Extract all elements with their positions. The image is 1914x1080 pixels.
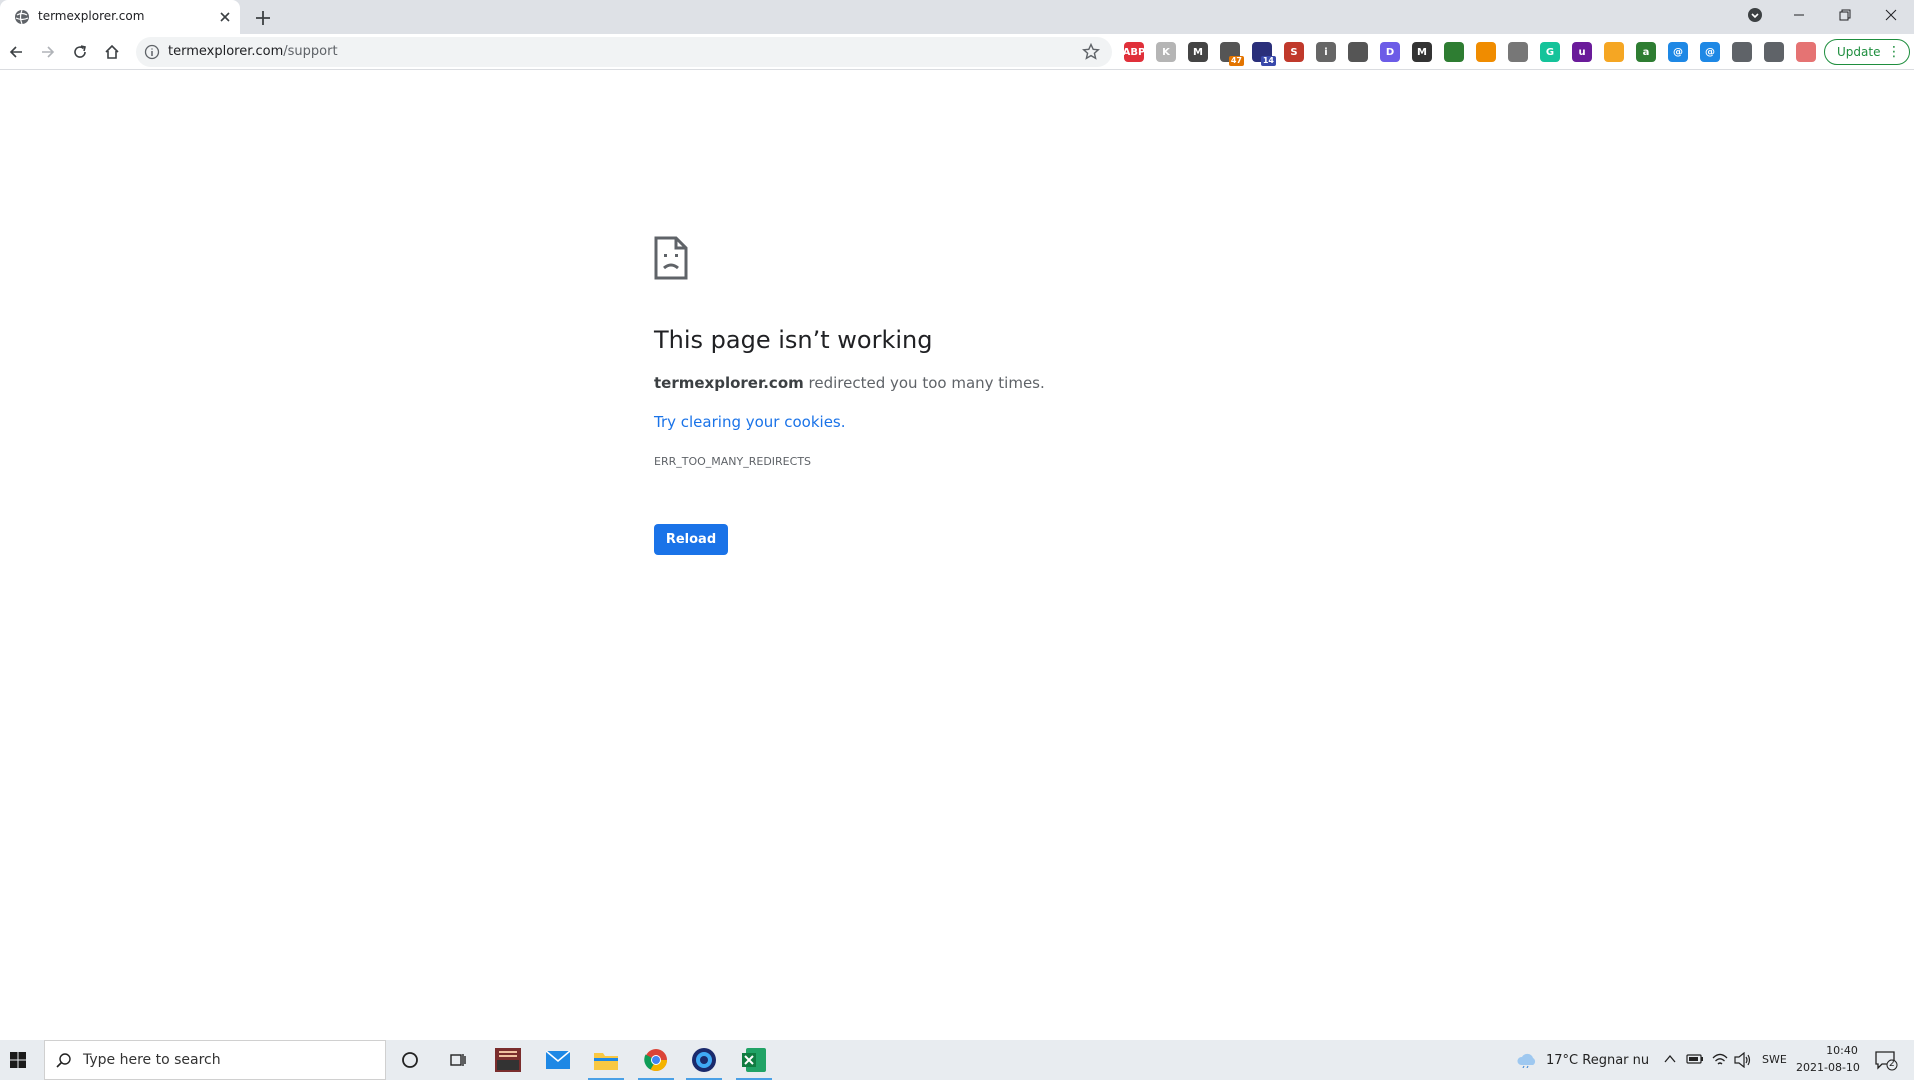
profile-avatar-icon[interactable] [1796,42,1816,62]
at-extension-icon-2[interactable]: @ [1700,42,1720,62]
windows-taskbar: Type here to search 17°C Regnar nu SWE 1… [0,1040,1914,1080]
adblock-plus-icon[interactable]: ABP [1122,42,1146,62]
mortarboard-extension-icon[interactable]: 14 [1252,42,1276,66]
new-tab-icon[interactable] [252,7,274,29]
reading-list-icon[interactable] [1764,42,1784,62]
extension-label: @ [1673,46,1683,58]
minimize-icon[interactable] [1776,0,1822,30]
puzzle-extensions-icon[interactable] [1732,42,1752,62]
chrome-icon[interactable] [634,1040,678,1080]
error-domain: termexplorer.com [654,374,804,392]
taskbar-search-input[interactable]: Type here to search [44,1040,386,1080]
site-info-icon[interactable] [144,44,160,60]
grammarly-icon[interactable]: G [1540,42,1560,62]
fox-extension-icon[interactable] [1476,42,1496,62]
tab-search-icon[interactable] [1732,0,1778,30]
extension-label: @ [1705,46,1715,58]
menu-dots-icon[interactable]: ⋮ [1887,44,1901,60]
update-label: Update [1837,45,1881,59]
home-icon[interactable] [100,40,124,64]
extension-label: a [1642,46,1650,58]
language-indicator[interactable]: SWE [1762,1053,1787,1066]
k-extension-icon[interactable]: K [1156,42,1176,62]
extension-label: M [1193,46,1203,58]
file-explorer-icon[interactable] [584,1040,628,1080]
close-window-icon[interactable] [1868,0,1914,30]
url-text[interactable]: termexplorer.com/support [168,44,338,59]
extension-label: S [1290,46,1298,58]
clear-cookies-link[interactable]: Try clearing your cookies. [654,413,846,431]
weather-cloud-icon[interactable] [1516,1052,1538,1068]
at-extension-icon-1[interactable]: @ [1668,42,1688,62]
clock-date[interactable]: 2021-08-10 [1796,1061,1860,1074]
search-placeholder: Type here to search [83,1052,221,1068]
extension-label: M [1417,46,1427,58]
mail-icon[interactable] [536,1040,580,1080]
reload-icon[interactable] [68,40,92,64]
extension-label: i [1324,46,1328,58]
excel-icon[interactable] [732,1040,776,1080]
address-bar[interactable]: termexplorer.com/support [136,37,1112,67]
extension-label: u [1578,46,1586,58]
error-code: ERR_TOO_MANY_REDIRECTS [654,455,812,468]
tab-active[interactable]: termexplorer.com [0,0,240,34]
back-icon[interactable] [4,40,28,64]
tab-strip: termexplorer.com [0,0,1914,34]
windows-start-icon[interactable] [0,1040,36,1080]
extension-badge: 47 [1228,56,1244,66]
i-extension-icon[interactable]: i [1316,42,1336,62]
tab-title: termexplorer.com [38,9,145,23]
task-view-icon[interactable] [436,1040,480,1080]
close-tab-icon[interactable] [216,8,234,26]
app-circle-icon[interactable] [682,1040,726,1080]
battery-icon[interactable] [1686,1052,1704,1066]
u-extension-icon[interactable]: u [1572,42,1592,62]
volume-icon[interactable] [1734,1052,1752,1068]
clock-time[interactable]: 10:40 [1812,1044,1872,1057]
wifi-icon[interactable] [1712,1052,1728,1068]
voicemeeter-icon[interactable] [486,1040,530,1080]
sad-document-icon [654,236,688,280]
m-extension-icon[interactable]: M [1188,42,1208,62]
globe-icon [15,9,29,25]
forward-icon[interactable] [36,40,60,64]
chevron-up-icon[interactable] [1664,1054,1676,1064]
error-title: This page isn’t working [654,326,933,354]
pin-extension-icon[interactable] [1444,42,1464,62]
url-domain: termexplorer.com [168,44,284,59]
weather-text[interactable]: 17°C Regnar nu [1546,1053,1649,1068]
d-extension-icon[interactable]: D [1380,42,1400,62]
search-icon [56,1053,71,1068]
s-extension-icon[interactable]: S [1284,42,1304,62]
reload-button[interactable]: Reload [654,524,728,555]
restore-icon[interactable] [1822,0,1868,30]
a-extension-icon[interactable]: a [1636,42,1656,62]
extension-label: D [1385,46,1395,58]
extension-label: ABP [1122,46,1146,58]
error-description: termexplorer.com redirected you too many… [654,374,1045,392]
extension-label: G [1545,46,1555,58]
url-path: /support [283,44,338,59]
bracket-m-extension-icon[interactable]: M [1412,42,1432,62]
extension-label: K [1162,46,1170,58]
browser-toolbar: termexplorer.com/support ABP K M 47 14 Si D M Gu… [0,34,1914,70]
half-circle-extension-icon[interactable] [1604,42,1624,62]
python-extension-icon[interactable]: 47 [1220,42,1244,66]
cortana-icon[interactable] [388,1040,432,1080]
extension-badge: 14 [1260,56,1276,66]
scan-extension-icon[interactable] [1348,42,1368,62]
gear-extension-icon[interactable] [1508,42,1528,62]
error-description-text: redirected you too many times. [803,374,1045,392]
update-button[interactable]: Update ⋮ [1824,39,1910,65]
notification-count: 2 [1889,1059,1895,1069]
bookmark-star-icon[interactable] [1082,43,1100,61]
